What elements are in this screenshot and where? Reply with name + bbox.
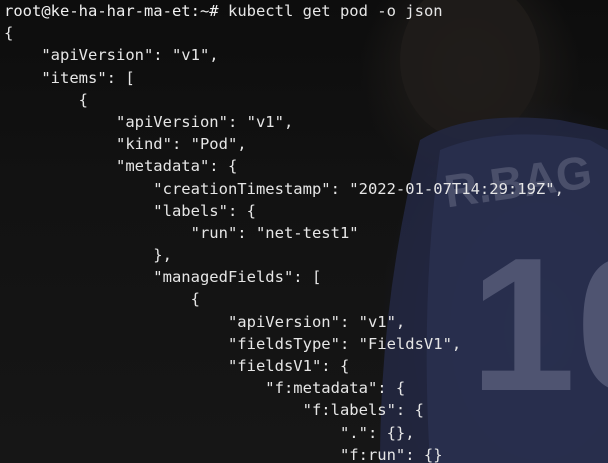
output-line: "managedFields": [ — [4, 268, 322, 287]
output-line: "kind": "Pod", — [4, 135, 247, 154]
output-line: "apiVersion": "v1", — [4, 46, 219, 65]
output-line: "creationTimestamp": "2022-01-07T14:29:1… — [4, 179, 564, 198]
terminal-window[interactable]: R.BAG 10 root@ke-ha-har-ma-et:~# kubectl… — [0, 0, 608, 463]
output-line: ".": {}, — [4, 423, 415, 442]
shell-command: kubectl get pod -o json — [227, 2, 443, 20]
output-line: "labels": { — [4, 201, 256, 220]
output-line: { — [4, 290, 200, 309]
output-line: "items": [ — [4, 68, 135, 87]
output-line: { — [4, 90, 88, 109]
output-line: "fieldsType": "FieldsV1", — [4, 334, 462, 353]
output-line: { — [4, 24, 14, 43]
shell-prompt: root@ke-ha-har-ma-et:~# — [4, 2, 219, 20]
command-line: root@ke-ha-har-ma-et:~# kubectl get pod … — [4, 0, 608, 22]
output-line: "metadata": { — [4, 157, 238, 176]
terminal-output: root@ke-ha-har-ma-et:~# kubectl get pod … — [4, 0, 608, 463]
output-line: "fieldsV1": { — [4, 357, 350, 375]
output-line: "f:run": {} — [4, 445, 443, 463]
output-line: "f:metadata": { — [4, 379, 406, 398]
output-line: "apiVersion": "v1", — [4, 112, 294, 131]
output-line: "run": "net-test1" — [4, 223, 359, 242]
output-line: }, — [4, 246, 172, 265]
output-line: "apiVersion": "v1", — [4, 312, 406, 331]
output-line: "f:labels": { — [4, 401, 424, 420]
